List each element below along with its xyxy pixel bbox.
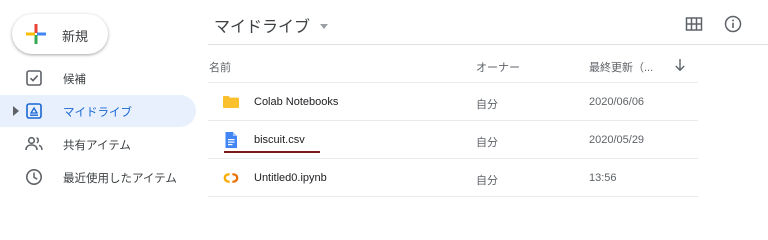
file-modified: 2020/06/06 xyxy=(589,96,645,108)
chevron-down-icon xyxy=(320,23,329,29)
table-row[interactable]: Untitled0.ipynb 自分 13:56 xyxy=(208,158,698,196)
sort-arrow-down-icon[interactable] xyxy=(674,58,686,72)
file-name: Colab Notebooks xyxy=(254,96,339,108)
row-divider xyxy=(208,196,698,197)
highlight-underline xyxy=(224,151,320,153)
plus-icon xyxy=(26,24,46,44)
sidebar-item-suggested[interactable]: 候補 xyxy=(0,62,196,94)
grid-view-icon[interactable] xyxy=(684,14,704,34)
page-title: マイドライブ xyxy=(214,19,311,36)
file-name: biscuit.csv xyxy=(254,134,305,146)
column-header-name[interactable]: 名前 xyxy=(209,59,231,75)
new-button[interactable]: 新規 xyxy=(12,14,108,54)
drive-icon xyxy=(26,103,42,119)
file-name: Untitled0.ipynb xyxy=(254,172,327,184)
file-owner: 自分 xyxy=(476,137,498,149)
info-icon[interactable] xyxy=(723,14,743,34)
clock-icon xyxy=(26,169,42,185)
sidebar-item-label: 候補 xyxy=(63,74,86,86)
column-header-owner[interactable]: オーナー xyxy=(476,59,520,75)
header-divider xyxy=(208,44,768,45)
location-title[interactable]: マイドライブ xyxy=(214,13,329,37)
colab-icon xyxy=(223,173,239,183)
file-modified: 2020/05/29 xyxy=(589,134,645,146)
column-header-modified[interactable]: 最終更新（... xyxy=(589,59,653,75)
sidebar-item-recent[interactable]: 最近使用したアイテム xyxy=(0,161,196,193)
document-icon xyxy=(225,132,237,148)
check-square-icon xyxy=(26,70,42,86)
sidebar-item-label: マイドライブ xyxy=(63,107,132,119)
expand-caret-icon[interactable] xyxy=(12,106,20,116)
folder-icon xyxy=(223,96,239,108)
shared-people-icon xyxy=(25,136,43,151)
sidebar-item-label: 最近使用したアイテム xyxy=(63,173,177,185)
file-owner: 自分 xyxy=(476,175,498,187)
file-modified: 13:56 xyxy=(589,172,617,184)
new-button-label: 新規 xyxy=(62,29,89,44)
table-row[interactable]: Colab Notebooks 自分 2020/06/06 xyxy=(208,82,698,120)
sidebar-item-label: 共有アイテム xyxy=(63,140,131,152)
sidebar-item-shared[interactable]: 共有アイテム xyxy=(0,128,196,160)
file-owner: 自分 xyxy=(476,99,498,111)
sidebar-item-my-drive[interactable]: マイドライブ xyxy=(0,95,196,127)
